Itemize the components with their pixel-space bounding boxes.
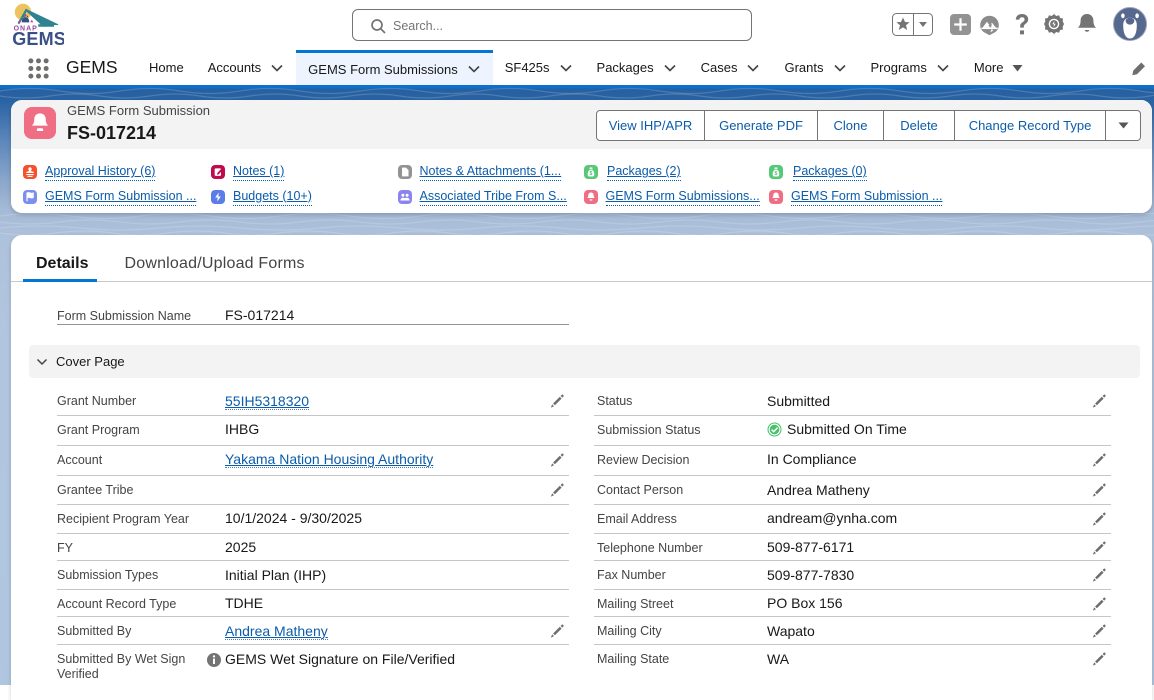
svg-text:$: $ [775,171,778,177]
svg-text:$: $ [589,171,592,177]
svg-text:GEMS: GEMS [12,29,64,48]
